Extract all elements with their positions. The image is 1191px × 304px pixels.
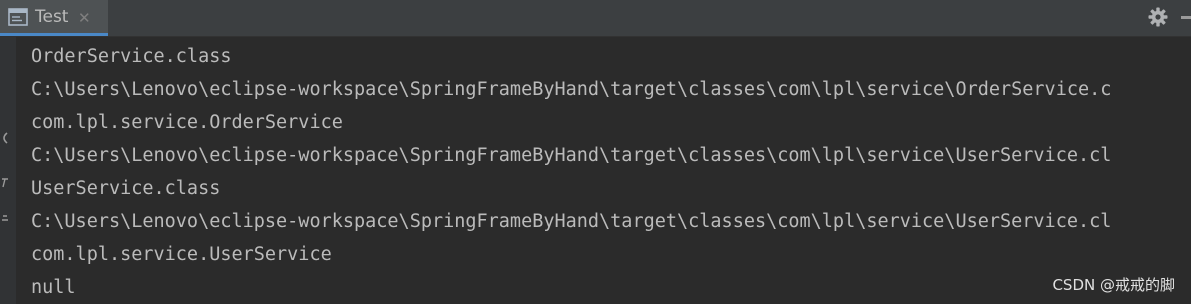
watermark: CSDN @戒戒的脚 <box>1052 276 1175 294</box>
gutter-marker-icon <box>0 130 10 144</box>
console-line: com.lpl.service.UserService <box>31 244 332 265</box>
tab-label: Test <box>35 7 69 27</box>
tool-window-tabbar: Test ✕ <box>0 0 1191 37</box>
gutter-marker-icon <box>0 175 10 189</box>
console-gutter <box>0 37 16 304</box>
close-icon[interactable]: ✕ <box>78 9 91 27</box>
console-line: null <box>31 277 76 298</box>
console-line: UserService.class <box>31 178 221 199</box>
gutter-marker-icon <box>0 209 10 223</box>
active-tab-indicator <box>0 33 108 36</box>
console-line: C:\Users\Lenovo\eclipse-workspace\Spring… <box>31 211 1112 232</box>
console-line: C:\Users\Lenovo\eclipse-workspace\Spring… <box>31 79 1112 100</box>
console-icon <box>8 8 28 26</box>
gear-icon[interactable] <box>1147 6 1169 28</box>
tab-test[interactable]: Test ✕ <box>0 0 108 36</box>
console-line: com.lpl.service.OrderService <box>31 112 343 133</box>
console-line: C:\Users\Lenovo\eclipse-workspace\Spring… <box>31 145 1112 166</box>
console-line: OrderService.class <box>31 46 232 67</box>
run-console-window: Test ✕ OrderService.class C:\Users\Lenov… <box>0 0 1191 304</box>
minimize-icon[interactable] <box>1181 16 1191 19</box>
